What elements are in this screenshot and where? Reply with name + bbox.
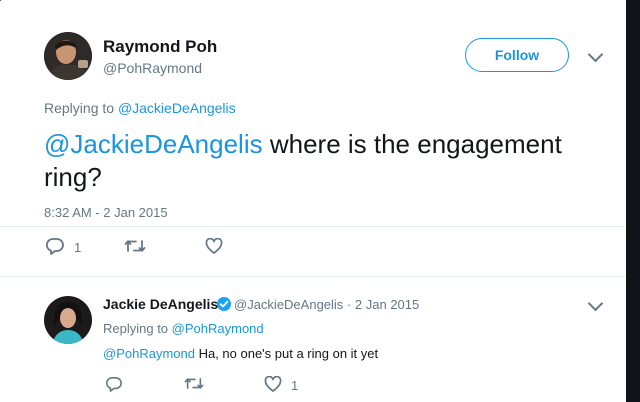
reply-icon[interactable] bbox=[46, 237, 64, 255]
replying-to: Replying to @JackieDeAngelis bbox=[44, 100, 236, 116]
author-name[interactable]: Raymond Poh bbox=[103, 37, 217, 57]
separator-dot: · bbox=[346, 297, 352, 312]
reply-author-handle[interactable]: @JackieDeAngelis bbox=[234, 297, 343, 312]
reply-meta: @JackieDeAngelis · 2 Jan 2015 bbox=[234, 297, 419, 312]
retweet-icon[interactable] bbox=[184, 376, 204, 391]
avatar[interactable] bbox=[44, 32, 92, 80]
author-handle[interactable]: @PohRaymond bbox=[103, 60, 202, 76]
replying-prefix: Replying to bbox=[103, 321, 169, 336]
reply-author-name[interactable]: Jackie DeAngelis bbox=[103, 296, 218, 312]
reply-icon[interactable] bbox=[106, 376, 122, 392]
profile-photo bbox=[44, 296, 92, 344]
reply-replying-to: Replying to @PohRaymond bbox=[103, 321, 264, 336]
verified-badge-icon bbox=[216, 296, 232, 312]
like-icon[interactable] bbox=[264, 376, 282, 392]
divider bbox=[0, 276, 626, 277]
replying-handle-link[interactable]: @PohRaymond bbox=[172, 321, 264, 336]
avatar[interactable] bbox=[44, 296, 92, 344]
reply-text: @PohRaymond Ha, no one's put a ring on i… bbox=[103, 346, 378, 361]
divider bbox=[0, 226, 626, 227]
mention-link[interactable]: @JackieDeAngelis bbox=[44, 129, 263, 159]
replying-prefix: Replying to bbox=[44, 100, 115, 116]
scrollbar-track[interactable] bbox=[626, 0, 640, 402]
tweet-text-line2: ring? bbox=[44, 162, 102, 192]
reply-text-body: Ha, no one's put a ring on it yet bbox=[194, 346, 379, 361]
reply-date[interactable]: 2 Jan 2015 bbox=[355, 297, 419, 312]
like-count: 1 bbox=[291, 378, 299, 393]
timestamp[interactable]: 8:32 AM - 2 Jan 2015 bbox=[44, 205, 168, 220]
follow-button[interactable]: Follow bbox=[465, 38, 569, 72]
tweet-text-line1: where is the engagement bbox=[262, 129, 562, 159]
profile-photo bbox=[44, 32, 92, 80]
chevron-down-icon[interactable] bbox=[587, 46, 604, 63]
tweet-text: @JackieDeAngelis where is the engagement… bbox=[44, 128, 562, 194]
like-icon[interactable] bbox=[205, 238, 223, 254]
mention-link[interactable]: @PohRaymond bbox=[103, 346, 195, 361]
chevron-down-icon[interactable] bbox=[587, 295, 604, 312]
retweet-icon[interactable] bbox=[124, 238, 146, 254]
tweet-card: Raymond Poh @PohRaymond Follow Replying … bbox=[0, 0, 626, 402]
replying-handle-link[interactable]: @JackieDeAngelis bbox=[118, 100, 236, 116]
reply-count: 1 bbox=[74, 240, 82, 255]
